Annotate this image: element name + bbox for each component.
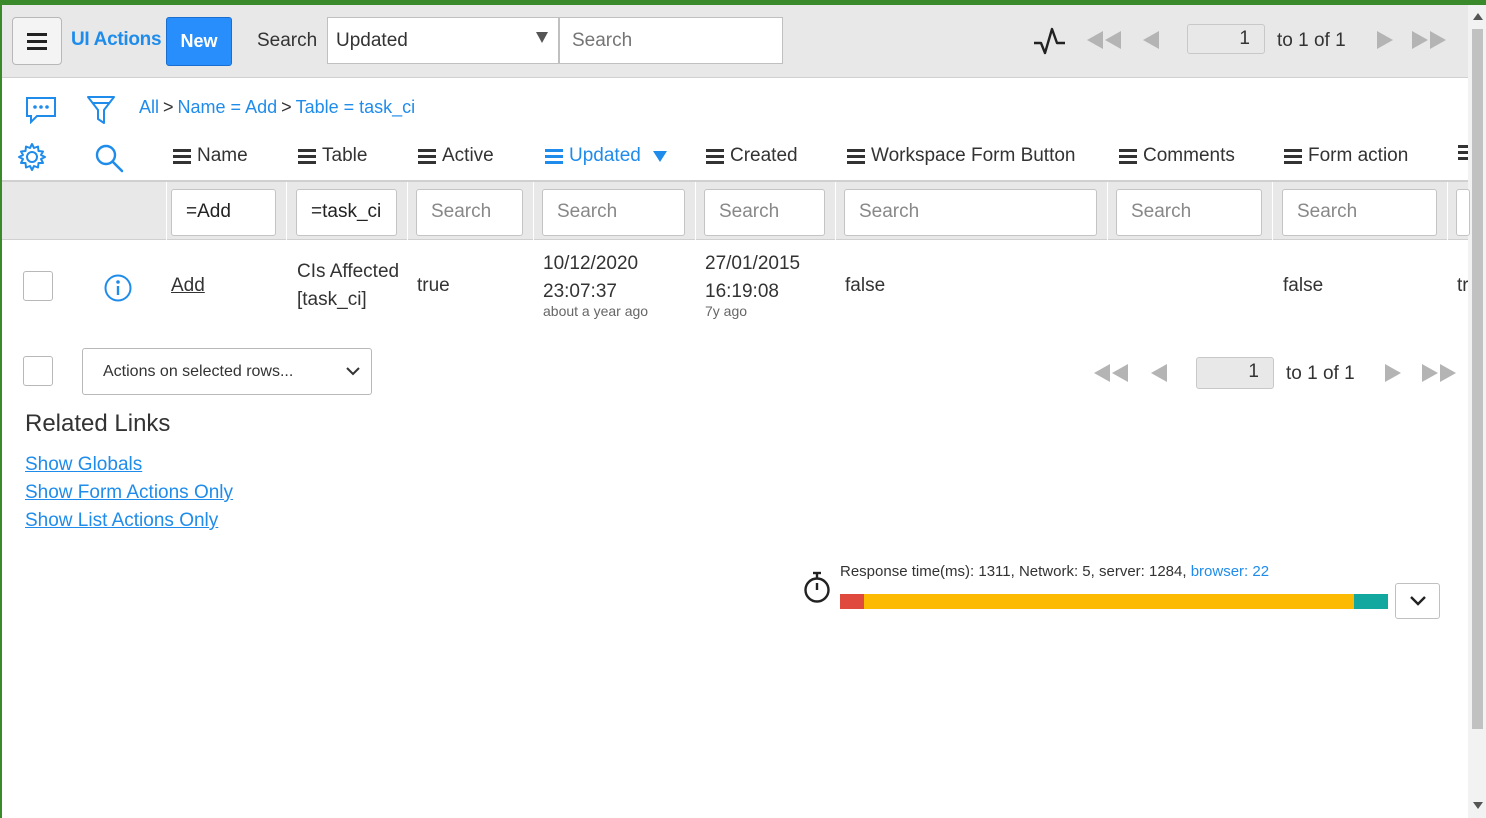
search-field-value: Updated [336,30,408,51]
cell-updated: 10/12/2020 23:07:37 [543,253,639,302]
breadcrumb-name-filter[interactable]: Name = Add [178,97,278,117]
last-page-icon[interactable] [1410,29,1448,51]
cell-updated-relative: about a year ago [543,303,649,319]
column-header-workspace-form-button[interactable]: Workspace Form Button [847,145,1076,167]
breadcrumb: All > Name = Add > Table = task_ci [139,97,415,118]
previous-page-icon[interactable] [1149,363,1169,383]
scrollbar-thumb[interactable] [1472,29,1483,729]
response-time-bar [840,594,1388,609]
chevron-down-icon [1409,596,1426,606]
filter-form-action-input[interactable]: Search [1282,189,1437,236]
first-page-icon[interactable] [1085,29,1123,51]
search-input[interactable] [559,17,783,64]
filter-updated-input[interactable]: Search [542,189,685,236]
personalize-list-gear-icon[interactable] [17,142,47,172]
show-globals-link[interactable]: Show Globals [25,454,142,476]
list-title[interactable]: UI Actions [71,29,162,51]
column-header-form-action[interactable]: Form action [1284,145,1408,167]
search-label: Search [257,30,318,51]
column-menu-icon[interactable] [173,148,191,164]
page-count-label: to 1 of 1 [1277,30,1346,51]
dropdown-caret-icon [536,32,548,43]
response-time-text: Response time(ms): 1311, Network: 5, ser… [840,563,1270,580]
list-header: UI Actions New Search Updated 1 to 1 of … [2,5,1468,78]
cell-table: CIs Affected [task_ci] [297,261,400,310]
frame-border [0,5,2,818]
cell-name: Add [171,272,205,300]
column-header-comments[interactable]: Comments [1119,145,1235,167]
network-time-segment [840,594,864,609]
cell-created: 27/01/2015 16:19:08 [705,253,801,302]
activity-stream-icon[interactable] [25,96,57,124]
page-count-label: to 1 of 1 [1286,363,1355,384]
filter-table-input[interactable]: =task_ci [296,189,397,236]
filter-workspace-form-button-input[interactable]: Search [844,189,1097,236]
next-page-icon[interactable] [1383,363,1403,383]
column-header-updated[interactable]: Updated [545,145,667,167]
column-header-name[interactable]: Name [173,145,248,167]
breadcrumb-separator: > [163,97,174,117]
column-header-active[interactable]: Active [418,145,494,167]
filter-name-input[interactable]: =Add [171,189,276,236]
select-all-checkbox[interactable] [23,356,53,386]
column-menu-icon[interactable] [298,148,316,164]
column-menu-icon[interactable] [545,148,563,164]
column-menu-icon[interactable] [418,148,436,164]
column-header-overflow[interactable] [1458,145,1468,160]
cell-form-action: false [1283,275,1324,296]
show-form-actions-link[interactable]: Show Form Actions Only [25,482,233,504]
server-time-segment [864,594,1354,609]
last-page-icon[interactable] [1420,363,1458,383]
breadcrumb-table-filter[interactable]: Table = task_ci [296,97,416,117]
activity-pulse-icon[interactable] [1032,25,1068,55]
page-number-input[interactable]: 1 [1187,24,1265,54]
hamburger-icon [27,32,47,36]
record-link[interactable]: Add [171,275,205,296]
filter-overflow-input[interactable] [1456,189,1470,236]
first-page-icon[interactable] [1092,363,1130,383]
chevron-down-icon [346,367,360,376]
column-menu-icon[interactable] [1284,148,1302,164]
search-field-select[interactable]: Updated [327,17,559,64]
actions-on-selected-rows-select[interactable]: Actions on selected rows... [82,348,372,395]
scroll-down-icon[interactable] [1473,802,1483,809]
breadcrumb-separator: > [281,97,292,117]
previous-page-icon[interactable] [1141,29,1161,51]
filter-created-input[interactable]: Search [704,189,825,236]
list-menu-button[interactable] [12,17,62,65]
page-number-input[interactable]: 1 [1196,357,1274,389]
search-toggle-icon[interactable] [94,143,124,173]
column-search-row: =Add =task_ci Search Search Search Searc… [2,180,1470,240]
browser-time-link[interactable]: browser: 22 [1191,563,1269,580]
breadcrumb-all[interactable]: All [139,97,159,117]
expand-response-button[interactable] [1395,583,1440,619]
column-menu-icon[interactable] [1458,145,1468,160]
column-header-table[interactable]: Table [298,145,367,167]
column-header-created[interactable]: Created [706,145,798,167]
cell-created-relative: 7y ago [705,303,748,319]
row-select-checkbox[interactable] [23,271,53,301]
sort-descending-icon [652,150,667,162]
cell-active: true [417,275,450,296]
filter-active-input[interactable]: Search [416,189,523,236]
filter-comments-input[interactable]: Search [1116,189,1262,236]
next-page-icon[interactable] [1375,29,1395,51]
vertical-scrollbar[interactable] [1468,5,1486,818]
cell-workspace-form-button: false [845,275,886,296]
column-menu-icon[interactable] [1119,148,1137,164]
browser-time-segment [1354,594,1388,609]
related-links-title: Related Links [25,410,171,437]
new-button[interactable]: New [166,17,232,66]
column-menu-icon[interactable] [706,148,724,164]
show-list-actions-link[interactable]: Show List Actions Only [25,510,218,532]
info-icon[interactable] [103,273,133,303]
column-menu-icon[interactable] [847,148,865,164]
cell-overflow: tr [1457,275,1468,296]
scroll-up-icon[interactable] [1473,13,1483,20]
stopwatch-icon [804,571,830,603]
filter-icon[interactable] [86,95,116,127]
